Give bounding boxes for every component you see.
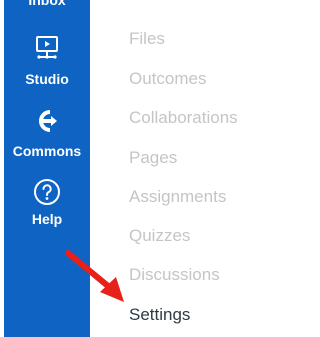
course-nav-quizzes[interactable]: Quizzes (129, 226, 190, 246)
studio-icon (36, 36, 58, 59)
course-nav-pages[interactable]: Pages (129, 148, 177, 168)
nav-item-label: Commons (12, 143, 82, 159)
nav-item-help[interactable]: Help (4, 178, 90, 227)
nav-item-commons[interactable]: Commons (4, 108, 90, 159)
nav-item-label: Inbox (28, 0, 66, 8)
course-nav-discussions[interactable]: Discussions (129, 265, 220, 285)
help-icon (34, 179, 60, 205)
commons-icon (39, 110, 57, 132)
course-nav-files[interactable]: Files (129, 29, 165, 49)
course-nav-outcomes[interactable]: Outcomes (129, 69, 206, 89)
nav-item-label: Help (31, 211, 63, 227)
course-nav-settings[interactable]: Settings (129, 305, 190, 325)
nav-item-studio[interactable]: Studio (4, 35, 90, 87)
nav-item-label: Studio (25, 71, 69, 87)
course-nav-assignments[interactable]: Assignments (129, 187, 226, 207)
annotation-arrow-icon (65, 250, 124, 302)
course-nav-collaborations[interactable]: Collaborations (129, 108, 238, 128)
nav-item-inbox[interactable]: Inbox (4, 0, 90, 8)
